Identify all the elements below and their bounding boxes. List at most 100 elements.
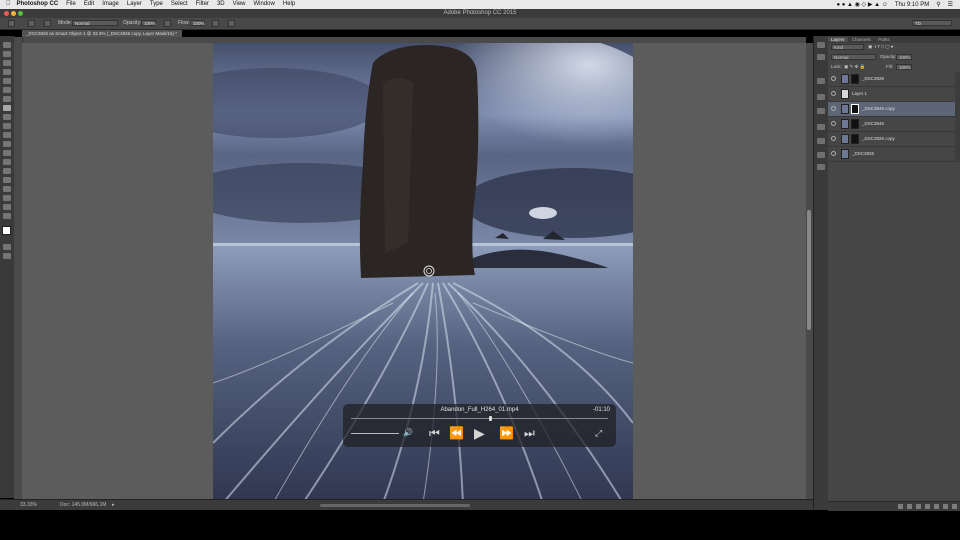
- type-tool-icon[interactable]: [3, 177, 11, 183]
- menu-file[interactable]: File: [66, 0, 76, 9]
- layer-row[interactable]: _DSC3826 copy: [828, 132, 955, 147]
- menu-image[interactable]: Image: [102, 0, 119, 9]
- visibility-eye-icon[interactable]: [831, 91, 836, 96]
- screen-mode-icon[interactable]: [3, 253, 11, 259]
- mode-select[interactable]: Normal: [72, 20, 118, 26]
- actions-panel-icon[interactable]: [817, 94, 825, 100]
- properties-panel-icon[interactable]: [817, 138, 825, 144]
- tab-paths[interactable]: Paths: [875, 37, 893, 42]
- layer-mask-thumbnail[interactable]: [851, 74, 859, 84]
- tk-panel-icon[interactable]: [817, 164, 825, 170]
- airbrush-icon[interactable]: [212, 20, 219, 27]
- menu-layer[interactable]: Layer: [127, 0, 142, 9]
- pressure-size-icon[interactable]: [228, 20, 235, 27]
- rewind-icon[interactable]: ⏪: [449, 426, 464, 440]
- visibility-eye-icon[interactable]: [831, 76, 836, 81]
- video-scrubber-knob[interactable]: [489, 416, 492, 421]
- document-tab[interactable]: _DSC3826 as Smart Object-1 @ 33.3% (_DSC…: [22, 30, 182, 37]
- eraser-tool-icon[interactable]: [3, 132, 11, 138]
- path-select-tool-icon[interactable]: [3, 186, 11, 192]
- flow-field[interactable]: 100%: [190, 20, 205, 26]
- lock-icons[interactable]: ▣ ✎ ✥ 🔒: [844, 63, 865, 71]
- layer-row[interactable]: _DSC3826: [828, 147, 955, 162]
- menu-select[interactable]: Select: [171, 0, 188, 9]
- crop-tool-icon[interactable]: [3, 78, 11, 84]
- quick-select-tool-icon[interactable]: [3, 69, 11, 75]
- dodge-tool-icon[interactable]: [3, 159, 11, 165]
- video-scrubber-track[interactable]: [351, 418, 608, 419]
- menu-app[interactable]: Photoshop CC: [17, 0, 59, 9]
- quick-mask-icon[interactable]: [3, 244, 11, 250]
- new-group-icon[interactable]: [934, 504, 939, 509]
- marquee-tool-icon[interactable]: [3, 51, 11, 57]
- layer-row[interactable]: Layer 1: [828, 87, 955, 102]
- history-panel-icon[interactable]: [817, 42, 825, 48]
- tab-channels[interactable]: Channels: [849, 37, 874, 42]
- fill-field[interactable]: 100%: [896, 64, 912, 70]
- horizontal-scroll-thumb[interactable]: [320, 504, 470, 507]
- brushes-panel-icon[interactable]: [817, 152, 825, 158]
- visibility-eye-icon[interactable]: [831, 136, 836, 141]
- pressure-opacity-icon[interactable]: [164, 20, 171, 27]
- foreground-color-swatch[interactable]: [2, 226, 11, 235]
- brush-tool-icon[interactable]: [3, 105, 11, 111]
- volume-slider[interactable]: [351, 433, 399, 434]
- layer-mask-thumbnail[interactable]: [851, 119, 859, 129]
- tab-layers[interactable]: Layers: [828, 37, 848, 42]
- workspace-select[interactable]: TD: [912, 20, 952, 26]
- video-player-overlay[interactable]: Abandon_Full_H264_01.mp4 -01:10 🔊 ⏮ ⏪ ▶ …: [343, 404, 616, 447]
- layer-opacity-field[interactable]: 100%: [896, 54, 912, 60]
- brush-size-icon[interactable]: [28, 20, 35, 27]
- color-panel-icon[interactable]: [817, 54, 825, 60]
- canvas-scroll-thumb[interactable]: [807, 210, 811, 330]
- gradient-tool-icon[interactable]: [3, 141, 11, 147]
- opacity-field[interactable]: 100%: [141, 20, 156, 26]
- blur-tool-icon[interactable]: [3, 150, 11, 156]
- menu-filter[interactable]: Filter: [196, 0, 209, 9]
- menu-3d[interactable]: 3D: [217, 0, 225, 9]
- healing-tool-icon[interactable]: [3, 96, 11, 102]
- play-icon[interactable]: ▶: [474, 426, 485, 440]
- add-mask-icon[interactable]: [916, 504, 921, 509]
- delete-layer-icon[interactable]: [952, 504, 957, 509]
- lasso-tool-icon[interactable]: [3, 60, 11, 66]
- adjustment-layer-icon[interactable]: [925, 504, 930, 509]
- link-layers-icon[interactable]: [898, 504, 903, 509]
- menu-edit[interactable]: Edit: [84, 0, 94, 9]
- hand-tool-icon[interactable]: [3, 204, 11, 210]
- apple-icon[interactable]: : [6, 0, 11, 9]
- status-icons[interactable]: ● ● ▲ ◉ ◇ ▶ ▲ ☺: [836, 1, 887, 8]
- menu-view[interactable]: View: [233, 0, 246, 9]
- search-icon[interactable]: ⚲: [936, 1, 940, 8]
- menu-type[interactable]: Type: [150, 0, 163, 9]
- menubar-clock[interactable]: Thu 9:10 PM: [895, 2, 929, 8]
- layer-row-selected[interactable]: _DSC3846 copy: [828, 102, 955, 117]
- zoom-window-button[interactable]: [18, 11, 23, 16]
- clone-stamp-tool-icon[interactable]: [3, 114, 11, 120]
- zoom-tool-icon[interactable]: [3, 213, 11, 219]
- visibility-eye-icon[interactable]: [831, 106, 836, 111]
- layer-mask-thumbnail[interactable]: [851, 134, 859, 144]
- character-panel-icon[interactable]: [817, 108, 825, 114]
- fullscreen-icon[interactable]: ⤢: [595, 426, 602, 440]
- filter-type-icons[interactable]: ▣ ◑ T □ ▢ ●: [868, 43, 894, 51]
- blend-mode-select[interactable]: Normal: [831, 54, 876, 60]
- brush-preset-icon[interactable]: [8, 20, 15, 27]
- volume-icon[interactable]: 🔊: [403, 426, 413, 440]
- visibility-eye-icon[interactable]: [831, 121, 836, 126]
- skip-forward-icon[interactable]: ⏭: [524, 426, 535, 440]
- shape-tool-icon[interactable]: [3, 195, 11, 201]
- info-panel-icon[interactable]: [817, 78, 825, 84]
- eyedropper-tool-icon[interactable]: [3, 87, 11, 93]
- minimize-window-button[interactable]: [11, 11, 16, 16]
- menu-help[interactable]: Help: [283, 0, 295, 9]
- move-tool-icon[interactable]: [3, 42, 11, 48]
- pen-tool-icon[interactable]: [3, 168, 11, 174]
- history-brush-tool-icon[interactable]: [3, 123, 11, 129]
- layer-style-icon[interactable]: [907, 504, 912, 509]
- new-layer-icon[interactable]: [943, 504, 948, 509]
- layer-mask-thumbnail[interactable]: [851, 104, 859, 114]
- layers-scrollbar[interactable]: [955, 72, 960, 162]
- skip-back-icon[interactable]: ⏮: [429, 426, 440, 440]
- brush-panel-icon[interactable]: [44, 20, 51, 27]
